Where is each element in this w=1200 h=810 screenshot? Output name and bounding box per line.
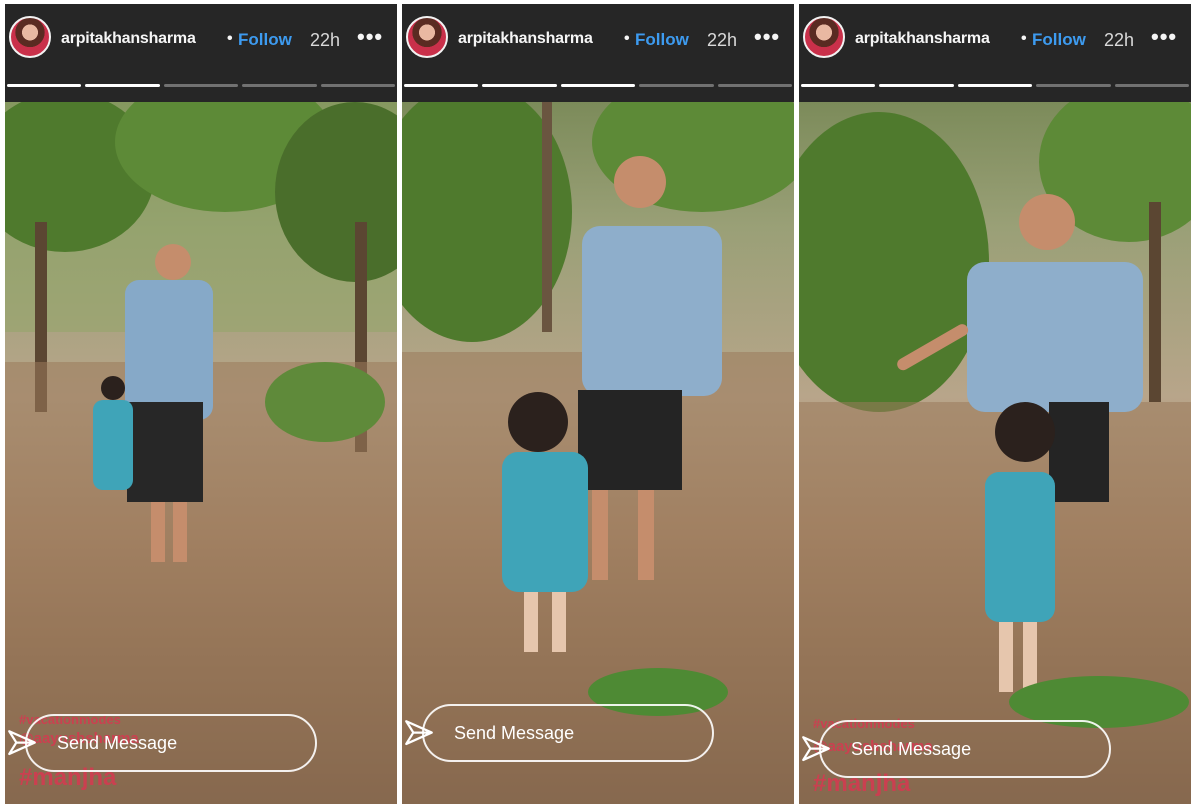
progress-segment bbox=[242, 84, 317, 87]
avatar[interactable] bbox=[406, 16, 448, 58]
story-scene-illustration bbox=[402, 102, 794, 804]
follow-button[interactable]: Follow bbox=[1032, 30, 1086, 50]
story-scene-illustration bbox=[799, 102, 1191, 804]
username-link[interactable]: arpitakhansharma bbox=[458, 30, 593, 48]
send-message-placeholder: Send Message bbox=[454, 723, 575, 743]
timestamp: 22h bbox=[707, 30, 738, 50]
separator-dot: • bbox=[624, 30, 630, 47]
paper-plane-icon[interactable] bbox=[799, 733, 833, 767]
progress-segment bbox=[717, 84, 793, 87]
progress-segment bbox=[560, 84, 636, 87]
username-link[interactable]: arpitakhansharma bbox=[855, 30, 990, 48]
story-header: arpitakhansharma • Follow 22h ••• bbox=[799, 4, 1191, 84]
send-message-placeholder: Send Message bbox=[851, 739, 972, 759]
paper-plane-icon[interactable] bbox=[402, 717, 436, 751]
story-progress-bars bbox=[404, 84, 793, 88]
story-photo[interactable]: Send Message bbox=[402, 102, 794, 804]
progress-segment bbox=[639, 84, 714, 87]
story-panel-3: arpitakhansharma • Follow 22h ••• #vacat… bbox=[799, 4, 1191, 804]
progress-segment bbox=[163, 84, 239, 87]
timestamp: 22h bbox=[1104, 30, 1135, 50]
send-message-input[interactable]: Send Message bbox=[25, 714, 317, 772]
story-header: arpitakhansharma • Follow 22h ••• bbox=[5, 4, 397, 84]
progress-segment bbox=[404, 84, 479, 87]
more-horizontal-icon[interactable]: ••• bbox=[754, 24, 780, 50]
avatar[interactable] bbox=[9, 16, 51, 58]
story-progress-bars bbox=[7, 84, 396, 88]
story-progress-bars bbox=[801, 84, 1190, 88]
story-photo[interactable]: #vacationmodes @aayushsharma #manjha Sen… bbox=[799, 102, 1191, 804]
progress-segment bbox=[1036, 84, 1111, 87]
progress-segment bbox=[482, 84, 557, 87]
separator-dot: • bbox=[1021, 30, 1027, 47]
more-horizontal-icon[interactable]: ••• bbox=[1151, 24, 1177, 50]
paper-plane-icon[interactable] bbox=[5, 727, 39, 761]
avatar[interactable] bbox=[803, 16, 845, 58]
send-message-placeholder: Send Message bbox=[57, 733, 178, 753]
story-header: arpitakhansharma • Follow 22h ••• bbox=[402, 4, 794, 84]
timestamp: 22h bbox=[310, 30, 341, 50]
username-link[interactable]: arpitakhansharma bbox=[61, 30, 196, 48]
send-message-input[interactable]: Send Message bbox=[422, 704, 714, 762]
progress-segment bbox=[7, 84, 82, 87]
story-scene-illustration bbox=[5, 102, 397, 804]
more-horizontal-icon[interactable]: ••• bbox=[357, 24, 383, 50]
follow-button[interactable]: Follow bbox=[635, 30, 689, 50]
progress-segment bbox=[879, 84, 954, 87]
progress-segment bbox=[957, 84, 1033, 87]
progress-segment bbox=[1114, 84, 1190, 87]
follow-button[interactable]: Follow bbox=[238, 30, 292, 50]
separator-dot: • bbox=[227, 30, 233, 47]
story-panel-2: arpitakhansharma • Follow 22h ••• Send M… bbox=[402, 4, 794, 804]
story-panel-1: arpitakhansharma • Follow 22h ••• #vacat… bbox=[5, 4, 397, 804]
send-message-input[interactable]: Send Message bbox=[819, 720, 1111, 778]
progress-segment bbox=[801, 84, 876, 87]
progress-segment bbox=[320, 84, 396, 87]
progress-segment bbox=[85, 84, 160, 87]
story-photo[interactable]: #vacationmodes @aayushsharma #manjha Sen… bbox=[5, 102, 397, 804]
